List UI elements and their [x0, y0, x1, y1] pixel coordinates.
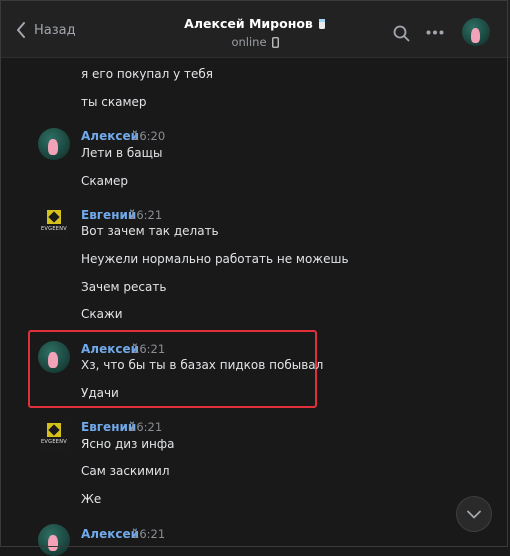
message-text: Неужели нормально работать не можешь [81, 252, 349, 266]
message-text: Удачи [81, 386, 119, 400]
message-time: 16:21 [132, 527, 166, 541]
mobile-phone-icon [271, 36, 279, 48]
chevron-down-icon [467, 510, 481, 518]
author-name[interactable]: Алексей [81, 342, 139, 356]
logo-text: EVGEENV [40, 439, 68, 445]
cup-icon [318, 18, 325, 29]
message-time: 16:21 [132, 342, 166, 356]
logo-mark [47, 423, 61, 437]
avatar-figure [48, 139, 58, 155]
message-text: ты скамер [81, 95, 147, 109]
avatar[interactable] [38, 524, 70, 556]
message-time: 16:20 [132, 129, 166, 143]
avatar[interactable]: EVGEENV [39, 208, 69, 238]
message-time: 16:21 [129, 208, 163, 222]
window-border [0, 0, 508, 547]
message-text: Ясно диз инфа [81, 437, 175, 451]
author-name[interactable]: Алексей [81, 527, 139, 541]
more-icon[interactable] [426, 30, 444, 35]
message-text: Сам заскимил [81, 464, 170, 478]
message-text: Скамер [81, 174, 129, 188]
avatar[interactable]: EVGEENV [39, 421, 69, 451]
contact-avatar[interactable] [462, 18, 490, 46]
avatar[interactable] [38, 128, 70, 160]
message-text: Лети в бащы [81, 146, 163, 160]
logo-mark [47, 210, 61, 224]
message-text: Зачем ресать [81, 280, 167, 294]
message-text: Скажи [81, 307, 123, 321]
logo-text: EVGEENV [40, 226, 68, 232]
avatar[interactable] [38, 341, 70, 373]
message-text: я его покупал у тебя [81, 67, 214, 81]
message-text: Же [81, 492, 102, 506]
avatar-figure [48, 352, 58, 368]
contact-name-row: Алексей Миронов [184, 16, 326, 31]
message-time: 16:21 [129, 420, 163, 434]
contact-status-row: online [231, 35, 279, 49]
contact-status: online [231, 35, 267, 49]
search-icon[interactable] [393, 25, 410, 42]
avatar-figure [471, 28, 480, 43]
message-text: Вот зачем так делать [81, 224, 219, 238]
message-text: Хз, что бы ты в базах пидков побывал [81, 358, 324, 372]
contact-name: Алексей Миронов [184, 16, 313, 31]
scroll-down-button[interactable] [456, 496, 492, 532]
chat-header: Назад Алексей Миронов online [0, 0, 510, 58]
author-name[interactable]: Алексей [81, 129, 139, 143]
